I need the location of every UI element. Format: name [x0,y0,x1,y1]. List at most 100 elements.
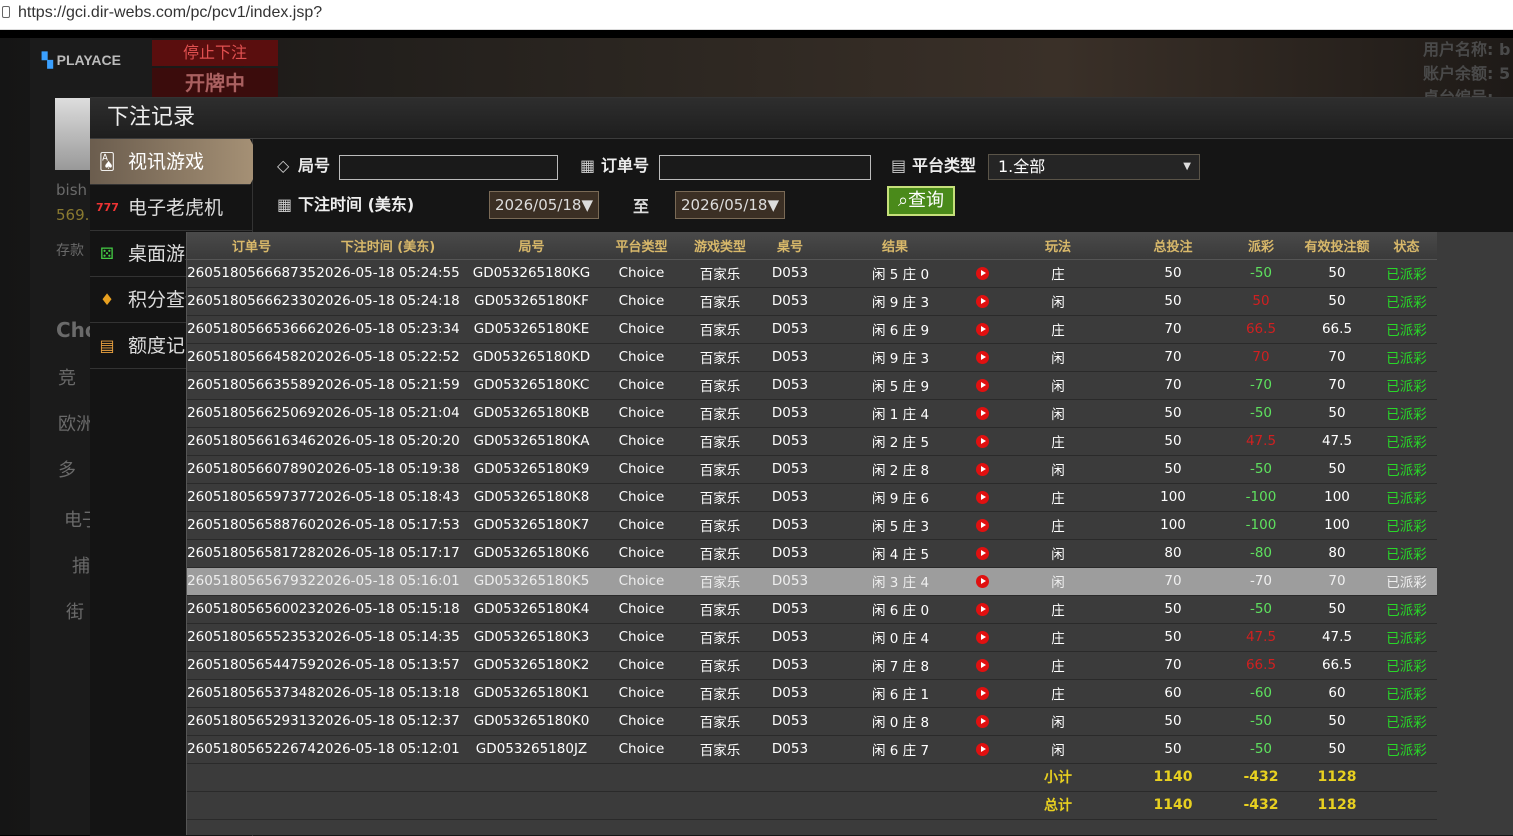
play-replay-icon[interactable] [975,602,989,616]
play-replay-icon[interactable] [975,406,989,420]
search-icon: ⌕ [897,190,909,211]
table-row[interactable]: 260518056635589 2026-05-18 05:21:59 GD0532… [187,371,1437,400]
play-replay-icon[interactable] [975,490,989,504]
table-row[interactable]: 260518056581728 2026-05-18 05:17:17 GD0532… [187,539,1437,568]
table-cell: 2026-05-18 05:14:35 [316,623,460,652]
query-button[interactable]: ⌕查询 [887,186,955,216]
play-replay-icon[interactable] [975,714,989,728]
table-cell: 260518056522674 [187,735,316,764]
table-cell: 闲 [994,455,1122,484]
table-cell: 闲 6 庄 7 [820,735,970,764]
table-cell: 闲 [994,567,1122,596]
summary-cell [316,763,460,792]
play-replay-icon[interactable] [975,322,989,336]
table-row[interactable]: 260518056607890 2026-05-18 05:19:38 GD0532… [187,455,1437,484]
table-cell: Choice [603,343,680,372]
browser-url-bar[interactable]: https://gci.dir-webs.com/pc/pcv1/index.j… [0,0,1513,30]
table-cell: 50 [1298,735,1376,764]
table-cell: 50 [1122,399,1224,428]
subtotal-row: 小计 1140 -432 1128 [187,763,1437,792]
sidebar-item-live-games[interactable]: 🂡 视讯游戏 [90,139,262,185]
table-cell: 闲 2 庄 5 [820,427,970,456]
payout-cell: 50 [1224,287,1298,316]
play-replay-icon[interactable] [975,266,989,280]
table-cell: D053 [760,651,820,680]
play-replay-icon[interactable] [975,630,989,644]
play-replay-icon[interactable] [975,574,989,588]
round-input[interactable] [339,155,558,180]
table-row[interactable]: 260518056522674 2026-05-18 05:12:01 GD0532… [187,735,1437,764]
column-header: 结果 [820,232,970,260]
table-row[interactable]: 260518056645820 2026-05-18 05:22:52 GD0532… [187,343,1437,372]
table-cell: 260518056567932 [187,567,316,596]
table-row[interactable]: 260518056588760 2026-05-18 05:17:53 GD0532… [187,511,1437,540]
table-row[interactable]: 260518056560023 2026-05-18 05:15:18 GD0532… [187,595,1437,624]
table-cell: 闲 [994,707,1122,736]
sidebar-item-slots[interactable]: 777 电子老虎机 [90,185,252,231]
table-cell: GD053265180JZ [460,735,603,764]
date-from-picker[interactable]: 2026/05/18▼ [489,191,599,219]
play-replay-icon[interactable] [975,462,989,476]
table-cell: D053 [760,287,820,316]
table-row[interactable]: 260518056597377 2026-05-18 05:18:43 GD0532… [187,483,1437,512]
status-cell: 已派彩 [1376,679,1437,708]
table-cell: 50 [1122,707,1224,736]
table-cell: 闲 [994,371,1122,400]
summary-cell [460,791,603,820]
table-row[interactable]: 260518056544759 2026-05-18 05:13:57 GD0532… [187,651,1437,680]
table-cell: 2026-05-18 05:16:01 [316,567,460,596]
table-row[interactable]: 260518056653666 2026-05-18 05:23:34 GD0532… [187,315,1437,344]
table-row[interactable]: 260518056668735 2026-05-18 05:24:55 GD0532… [187,259,1437,288]
table-row[interactable]: 260518056625069 2026-05-18 05:21:04 GD0532… [187,399,1437,428]
table-row[interactable]: 260518056616346 2026-05-18 05:20:20 GD0532… [187,427,1437,456]
summary-cell [970,763,994,792]
play-replay-icon[interactable] [975,378,989,392]
play-replay-icon[interactable] [975,686,989,700]
play-replay-icon[interactable] [975,518,989,532]
play-replay-icon[interactable] [975,350,989,364]
table-row[interactable]: 260518056552353 2026-05-18 05:14:35 GD0532… [187,623,1437,652]
order-input[interactable] [659,155,871,180]
table-cell: D053 [760,343,820,372]
status-cell: 已派彩 [1376,539,1437,568]
bg-item-5: 捕 [72,556,90,577]
table-cell: 闲 6 庄 1 [820,679,970,708]
column-header: 订单号 [187,232,316,260]
table-cell: GD053265180K7 [460,511,603,540]
payout-cell: -60 [1224,679,1298,708]
table-cell: 100 [1122,511,1224,540]
url-text[interactable]: https://gci.dir-webs.com/pc/pcv1/index.j… [18,4,322,22]
table-cell: D053 [760,735,820,764]
table-cell: 庄 [994,483,1122,512]
summary-cell: 1128 [1298,791,1376,820]
table-cell: 50 [1122,623,1224,652]
table-row[interactable]: 260518056567932 2026-05-18 05:16:01 GD0532… [187,567,1437,596]
table-cell: 庄 [994,427,1122,456]
play-replay-icon[interactable] [975,434,989,448]
table-cell: 闲 5 庄 0 [820,259,970,288]
summary-cell [680,763,760,792]
payout-cell: -100 [1224,483,1298,512]
replay-cell [970,735,994,764]
play-replay-icon[interactable] [975,658,989,672]
table-cell: 百家乐 [680,427,760,456]
column-header: 下注时间 (美东) [316,232,460,260]
play-replay-icon[interactable] [975,742,989,756]
table-row[interactable]: 260518056529313 2026-05-18 05:12:37 GD0532… [187,707,1437,736]
table-cell: 2026-05-18 05:19:38 [316,455,460,484]
table-cell: GD053265180K6 [460,539,603,568]
table-row[interactable]: 260518056662330 2026-05-18 05:24:18 GD0532… [187,287,1437,316]
table-cell: Choice [603,315,680,344]
date-to-picker[interactable]: 2026/05/18▼ [675,191,785,219]
order-label: ▦ 订单号 [580,156,650,175]
status-cell: 已派彩 [1376,735,1437,764]
table-cell: 50 [1122,259,1224,288]
platform-select[interactable]: 1.全部 ▼ [988,154,1200,180]
table-cell: 60 [1298,679,1376,708]
play-replay-icon[interactable] [975,294,989,308]
play-replay-icon[interactable] [975,546,989,560]
table-row[interactable]: 260518056537348 2026-05-18 05:13:18 GD0532… [187,679,1437,708]
to-label: 至 [633,197,650,216]
table-cell: D053 [760,259,820,288]
table-cell: 2026-05-18 05:21:04 [316,399,460,428]
